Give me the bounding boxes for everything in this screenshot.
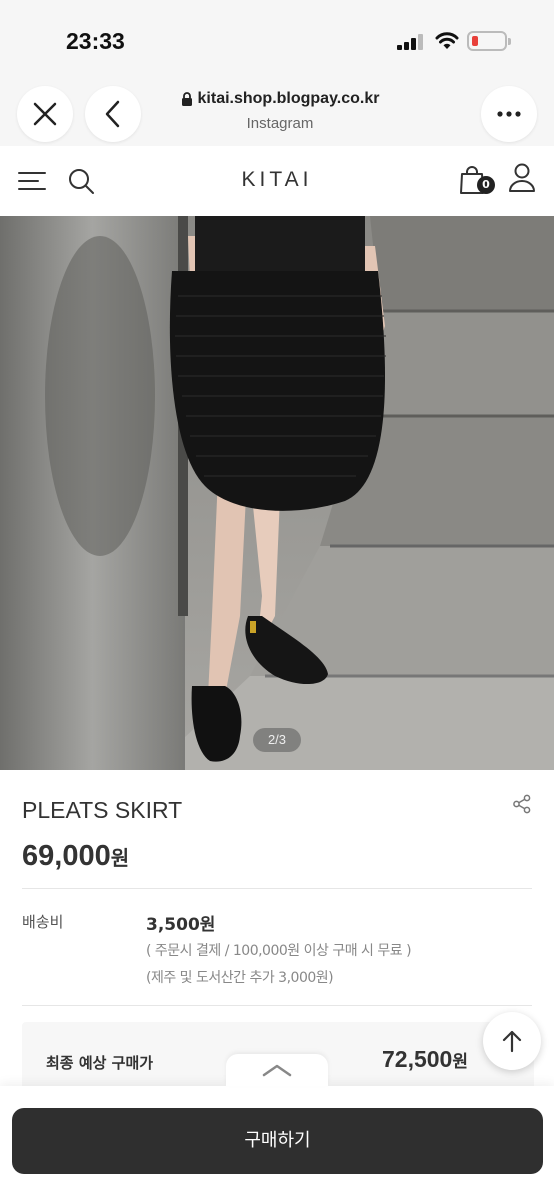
chevron-left-icon	[105, 100, 120, 128]
back-button[interactable]	[85, 86, 141, 142]
more-options-button[interactable]	[481, 86, 537, 142]
divider	[22, 888, 532, 889]
arrow-up-icon	[502, 1030, 522, 1053]
expand-handle[interactable]	[226, 1054, 328, 1086]
lock-icon	[181, 91, 192, 106]
user-icon[interactable]	[508, 163, 536, 193]
final-price-unit: 원	[452, 1052, 468, 1071]
url-text: kitai.shop.blogpay.co.kr	[197, 90, 380, 107]
address-bar[interactable]: kitai.shop.blogpay.co.kr Instagram	[150, 90, 410, 132]
battery-icon	[467, 31, 511, 51]
more-dots-icon	[497, 111, 521, 117]
shipping-label: 배송비	[22, 913, 64, 931]
url-subtitle: Instagram	[246, 114, 314, 132]
final-price: 72,500원	[382, 1046, 468, 1073]
final-price-amount: 72,500	[382, 1046, 453, 1072]
shipping-fee: 3,500원	[146, 915, 216, 935]
divider	[22, 1005, 532, 1006]
product-image[interactable]	[0, 216, 554, 770]
site-header: KITAI 0	[0, 146, 554, 216]
status-bar: 23:33	[0, 0, 554, 80]
price-unit: 원	[110, 848, 130, 870]
image-pager: 2/3	[253, 728, 301, 752]
buy-button[interactable]: 구매하기	[12, 1108, 543, 1174]
product-title: PLEATS SKIRT	[22, 797, 183, 823]
chevron-up-icon	[262, 1064, 292, 1077]
final-price-label: 최종 예상 구매가	[46, 1054, 154, 1072]
share-icon[interactable]	[512, 794, 532, 814]
cellular-signal-icon	[397, 34, 423, 50]
status-time: 23:33	[66, 28, 125, 54]
close-button[interactable]	[17, 86, 73, 142]
product-price: 69,000원	[22, 840, 129, 873]
shipping-note-2: (제주 및 도서산간 추가 3,000원)	[146, 970, 334, 986]
scroll-top-button[interactable]	[483, 1012, 541, 1070]
cart-count-badge: 0	[477, 176, 495, 194]
shipping-note-1: ( 주문시 결제 / 100,000원 이상 구매 시 무료 )	[146, 943, 412, 959]
wifi-icon	[435, 32, 459, 49]
close-icon	[33, 102, 57, 126]
browser-toolbar: kitai.shop.blogpay.co.kr Instagram	[0, 80, 554, 146]
product-photo	[0, 216, 554, 770]
price-amount: 69,000	[22, 840, 111, 872]
